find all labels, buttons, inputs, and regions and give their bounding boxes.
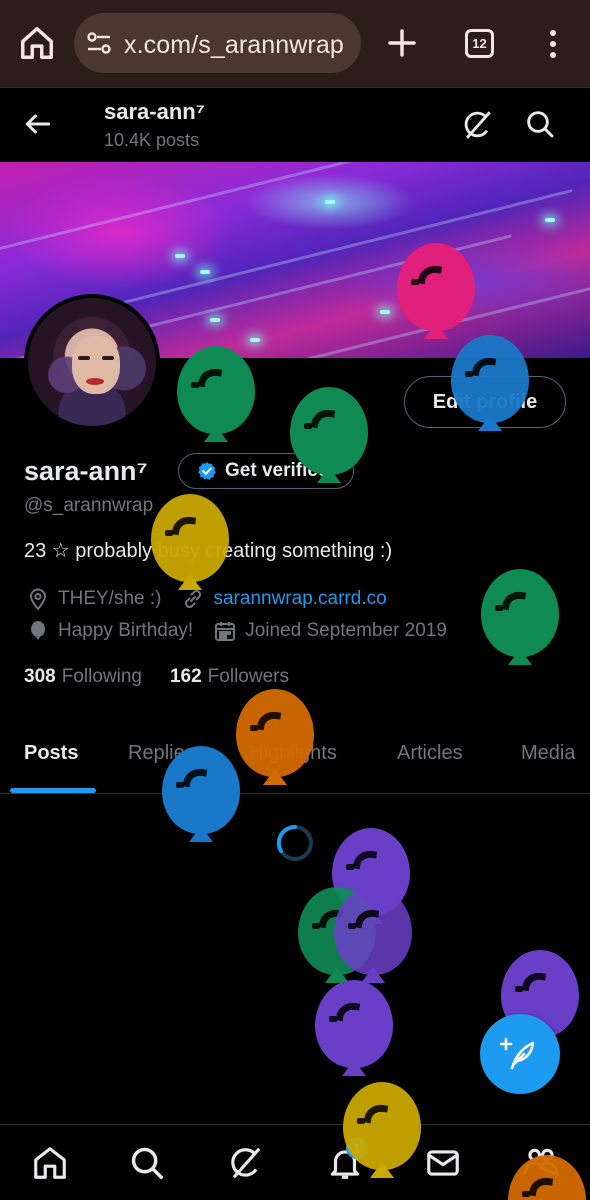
url-text[interactable]: x.com/s_arannwrap (124, 31, 344, 60)
verified-badge-icon (198, 462, 216, 480)
grok-icon[interactable] (226, 1144, 264, 1182)
balloon (481, 569, 559, 669)
location-pin-icon (29, 588, 47, 611)
header-post-count: 10.4K posts (104, 130, 200, 150)
tab-switcher-button[interactable]: 12 (465, 29, 494, 58)
profile-location: THEY/she :) (58, 588, 162, 609)
site-settings-icon[interactable] (86, 31, 112, 55)
followers-count: 162 (169, 666, 202, 687)
compose-feather-icon (500, 1037, 535, 1070)
more-menu-icon[interactable] (543, 28, 563, 60)
address-bar[interactable]: x.com/s_arannwrap (74, 13, 361, 73)
balloon (397, 243, 475, 343)
header-display-name: sara-ann⁷ (104, 99, 205, 124)
profile-avatar[interactable] (24, 294, 160, 430)
following-count: 308 (24, 666, 56, 687)
tab-count: 12 (472, 36, 487, 51)
compose-post-button[interactable] (480, 1014, 560, 1094)
balloon (451, 335, 529, 435)
search-icon[interactable] (128, 1144, 166, 1182)
profile-display-name: sara-ann⁷ (24, 456, 148, 486)
profile-meta-row: Happy Birthday! Joined September 2019 (26, 618, 447, 644)
followers-link[interactable]: 162 Followers (170, 666, 289, 688)
balloon (162, 746, 240, 846)
balloon (343, 1082, 421, 1182)
balloon (508, 1155, 586, 1200)
calendar-icon (215, 622, 236, 641)
followers-label: Followers (207, 666, 289, 687)
profile-joined-date: Joined September 2019 (245, 620, 447, 641)
follow-stats: 308 Following 162 Followers (24, 666, 289, 688)
new-tab-icon[interactable] (386, 27, 418, 59)
profile-handle: @s_arannwrap (24, 495, 154, 516)
tab-posts[interactable]: Posts (24, 742, 78, 765)
tab-media[interactable]: Media (521, 742, 575, 765)
balloon-icon (31, 621, 45, 640)
following-label: Following (61, 666, 142, 687)
balloon (177, 346, 255, 446)
browser-toolbar: x.com/s_arannwrap 12 (0, 0, 590, 88)
home-icon[interactable] (18, 24, 56, 62)
following-link[interactable]: 308 Following (24, 666, 142, 688)
tab-articles[interactable]: Articles (397, 742, 463, 765)
profile-birthday: Happy Birthday! (58, 620, 194, 641)
profile-website-link[interactable]: sarannwrap.carrd.co (213, 588, 386, 610)
balloon (290, 387, 368, 487)
balloon (151, 494, 229, 594)
messages-icon[interactable] (424, 1144, 462, 1182)
balloon (315, 980, 393, 1080)
active-tab-indicator (10, 788, 96, 793)
balloon (236, 689, 314, 789)
balloon (334, 887, 412, 987)
bottom-navigation: 1 (0, 1124, 590, 1200)
back-arrow-icon[interactable] (22, 108, 54, 140)
search-icon[interactable] (524, 108, 556, 140)
profile-header: sara-ann⁷ 10.4K posts (0, 88, 590, 162)
grok-icon[interactable] (460, 108, 494, 142)
home-icon[interactable] (31, 1144, 69, 1182)
loading-spinner-icon (276, 824, 313, 861)
